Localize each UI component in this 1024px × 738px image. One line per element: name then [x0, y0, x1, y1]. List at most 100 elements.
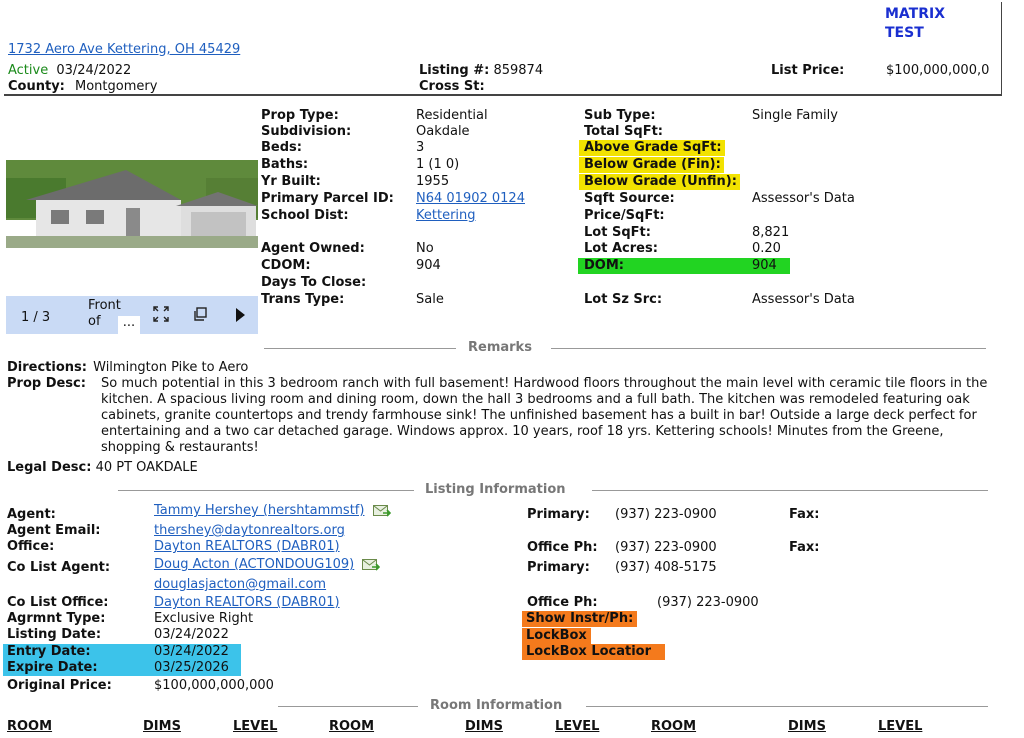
prop-value: 1 (1 0)	[416, 157, 460, 172]
email-icon[interactable]	[372, 504, 391, 517]
office-link[interactable]: Dayton REALTORS (DABR01)	[154, 539, 340, 555]
colist-office-label: Co List Office:	[7, 595, 109, 610]
directions-row: Directions: Wilmington Pike to Aero	[7, 360, 248, 376]
photo-counter: 1 / 3	[21, 310, 51, 325]
legal-desc-row: Legal Desc: 40 PT OAKDALE	[7, 460, 198, 476]
listing-date-label: Listing Date:	[7, 627, 102, 642]
agent-email-link[interactable]: thershey@daytonrealtors.org	[154, 523, 345, 539]
photo-caption-more-button[interactable]: ...	[118, 316, 140, 334]
colist-primary-value: (937) 408-5175	[615, 560, 717, 575]
prop-value: 3	[416, 140, 425, 155]
prop-value-link[interactable]: Kettering	[416, 208, 476, 224]
colist-office-phone-label: Office Ph:	[527, 595, 598, 610]
prop-label: School Dist:	[261, 208, 349, 223]
county-line: County: Montgomery	[8, 79, 157, 95]
prop-value: Single Family	[752, 108, 838, 123]
photo-caption-line2: of	[88, 314, 101, 329]
prop-label: Agent Owned:	[261, 241, 365, 256]
prop-label: Lot SqFt:	[584, 225, 651, 240]
prop-value: 0.20	[752, 241, 781, 256]
house-photo-image	[6, 108, 258, 296]
prop-label: CDOM:	[261, 258, 311, 273]
address-link[interactable]: 1732 Aero Ave Kettering, OH 45429	[8, 42, 240, 58]
prop-desc-label: Prop Desc:	[7, 376, 86, 391]
primary-phone-value: (937) 223-0900	[615, 507, 717, 522]
colist-office-link[interactable]: Dayton REALTORS (DABR01)	[154, 595, 340, 611]
prop-label: Above Grade SqFt:	[579, 140, 725, 156]
room-col-header: DIMS	[465, 719, 503, 734]
status-date: 03/24/2022	[56, 63, 132, 78]
room-col-header: DIMS	[788, 719, 826, 734]
legal-desc-value: 40 PT OAKDALE	[95, 460, 198, 475]
email-icon-colist[interactable]	[362, 558, 381, 571]
colist-email-link[interactable]: douglasjacton@gmail.com	[154, 577, 326, 593]
original-price-label: Original Price:	[7, 678, 112, 693]
copy-icon[interactable]	[192, 306, 208, 327]
prop-value: No	[416, 241, 434, 256]
colist-agent-row: Doug Acton (ACTONDOUG109)	[154, 557, 381, 573]
room-title: Room Information	[430, 698, 563, 713]
prop-desc-value: So much potential in this 3 bedroom ranc…	[101, 376, 988, 455]
county-value: Montgomery	[75, 79, 158, 94]
play-icon[interactable]	[234, 307, 246, 328]
prop-label: Subdivision:	[261, 124, 352, 139]
office-phone-value: (937) 223-0900	[615, 540, 717, 555]
status-badge: Active	[8, 63, 49, 78]
prop-value: 1955	[416, 174, 450, 189]
lockbox-location-label: LockBox Locatior	[522, 644, 665, 660]
original-price-value: $100,000,000,000	[154, 678, 274, 693]
list-price-label: List Price:	[771, 63, 845, 78]
primary-phone-label: Primary:	[527, 507, 590, 522]
office-label: Office:	[7, 539, 55, 554]
colist-agent-link[interactable]: Doug Acton (ACTONDOUG109)	[154, 557, 354, 572]
prop-label: Beds:	[261, 140, 302, 155]
prop-label: Below Grade (Unfin):	[579, 174, 740, 190]
room-col-header: ROOM	[7, 719, 53, 734]
prop-label: Below Grade (Fin):	[579, 157, 724, 173]
prop-value: Oakdale	[416, 124, 470, 139]
colist-office-phone-value: (937) 223-0900	[657, 595, 759, 610]
colist-primary-label: Primary:	[527, 560, 590, 575]
brand-logo: MATRIX TEST	[885, 6, 946, 41]
agrmnt-type-label: Agrmnt Type:	[7, 611, 106, 626]
remarks-section-header: Remarks	[0, 340, 1024, 356]
entry-date-value: 03/24/2022	[154, 644, 229, 659]
county-label: County:	[8, 79, 65, 94]
prop-label: Yr Built:	[261, 174, 321, 189]
listing-number: Listing #: 859874	[419, 63, 543, 79]
listing-number-label: Listing #:	[419, 63, 490, 78]
remarks-title: Remarks	[468, 340, 532, 355]
room-col-header: LEVEL	[878, 719, 923, 734]
prop-value-link[interactable]: N64 01902 0124	[416, 191, 525, 207]
prop-label: Days To Close:	[261, 275, 367, 290]
prop-value: Assessor's Data	[752, 191, 855, 206]
prop-label: Prop Type:	[261, 108, 339, 123]
room-col-header: ROOM	[329, 719, 375, 734]
listing-title: Listing Information	[425, 482, 566, 497]
agent-row: Tammy Hershey (hershtammstf)	[154, 503, 391, 519]
prop-label: Sqft Source:	[584, 191, 675, 206]
agent-label: Agent:	[7, 507, 56, 522]
directions-label: Directions:	[7, 360, 87, 375]
room-section-header: Room Information	[0, 698, 1024, 714]
prop-value: 904	[752, 258, 777, 273]
fax-label: Fax:	[789, 507, 820, 522]
status-line: Active 03/24/2022	[8, 63, 131, 79]
property-photo[interactable]	[6, 108, 258, 296]
agrmnt-type-value: Exclusive Right	[154, 611, 254, 626]
prop-value: 8,821	[752, 225, 790, 240]
cross-street-label: Cross St:	[419, 79, 485, 94]
listing-number-value: 859874	[493, 63, 544, 78]
prop-label: Baths:	[261, 157, 309, 172]
agent-link[interactable]: Tammy Hershey (hershtammstf)	[154, 503, 364, 518]
prop-label: Trans Type:	[261, 292, 345, 307]
prop-label: Sub Type:	[584, 108, 656, 123]
room-col-header: LEVEL	[233, 719, 278, 734]
prop-label: Lot Sz Src:	[584, 292, 663, 307]
agent-email-label: Agent Email:	[7, 523, 101, 538]
listing-date-value: 03/24/2022	[154, 627, 229, 642]
office-phone-label: Office Ph:	[527, 540, 598, 555]
legal-desc-label: Legal Desc:	[7, 460, 92, 475]
expand-icon[interactable]	[152, 305, 170, 328]
prop-value: Sale	[416, 292, 444, 307]
